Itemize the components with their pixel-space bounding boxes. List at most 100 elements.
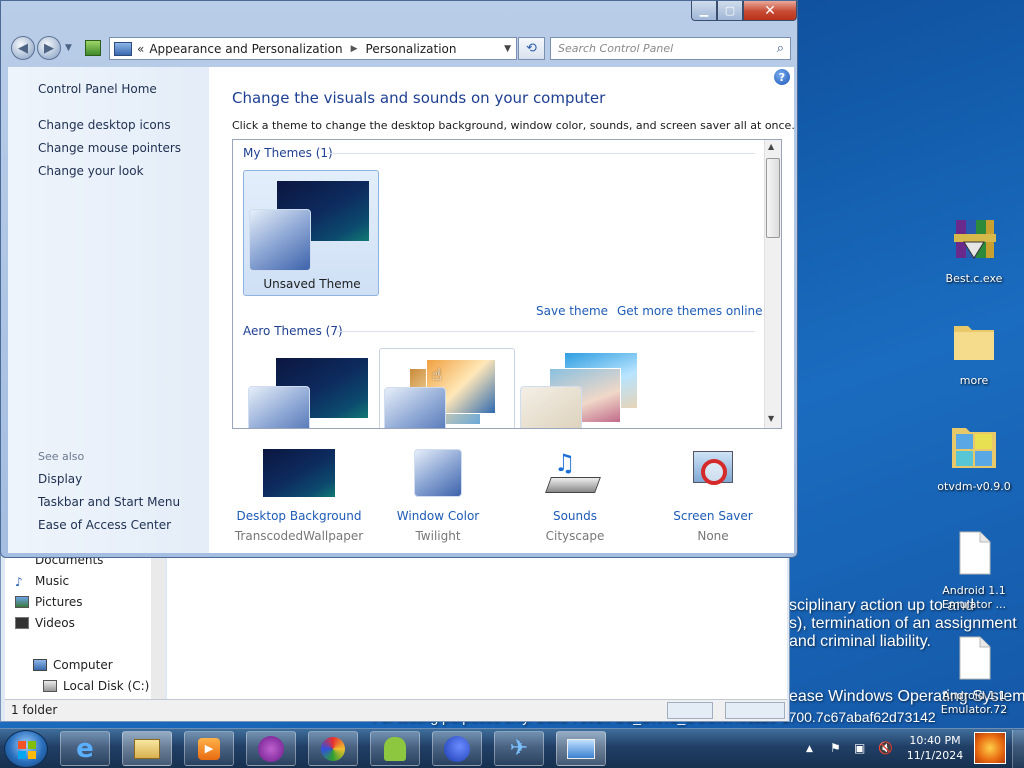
volume-muted-icon[interactable]: 🔇 bbox=[878, 741, 893, 755]
task-pane: Control Panel Home Change desktop icons … bbox=[8, 67, 209, 553]
help-button[interactable]: ? bbox=[774, 69, 790, 85]
start-button[interactable] bbox=[4, 730, 48, 768]
sounds-item[interactable]: ♫ Sounds Cityscape bbox=[510, 449, 640, 543]
taskbar-firefox[interactable] bbox=[432, 731, 482, 766]
desktop-icon-android-emulator-72[interactable]: Android 1.1 Emulator.72 bbox=[929, 635, 1019, 717]
show-desktop-button[interactable] bbox=[1012, 730, 1024, 768]
explorer-status-bar: 1 folder bbox=[5, 699, 787, 721]
desktop-icon-label: Best.c.exe bbox=[945, 272, 1003, 285]
link-taskbar-start-menu[interactable]: Taskbar and Start Menu bbox=[38, 495, 180, 509]
desktop-icon-android-emulator[interactable]: Android 1.1 Emulator ... bbox=[929, 530, 1019, 612]
window-caption-buttons: ▁ ▢ ✕ bbox=[691, 1, 797, 21]
theme-label: Unsaved Theme bbox=[263, 277, 361, 291]
minimize-button[interactable]: ▁ bbox=[691, 1, 717, 21]
screen-saver-icon bbox=[689, 449, 737, 497]
see-also-label: See also bbox=[38, 450, 85, 463]
close-button[interactable]: ✕ bbox=[743, 1, 797, 21]
link-display[interactable]: Display bbox=[38, 472, 82, 486]
network-icon[interactable]: ▣ bbox=[854, 741, 865, 755]
theme-color-swatch bbox=[384, 387, 446, 428]
desktop-background-item[interactable]: Desktop Background TranscodedWallpaper bbox=[234, 449, 364, 543]
link-ease-of-access[interactable]: Ease of Access Center bbox=[38, 518, 171, 532]
get-more-themes-link[interactable]: Get more themes online bbox=[617, 304, 763, 318]
address-dropdown-icon[interactable]: ▼ bbox=[504, 44, 511, 54]
explorer-nav-scrollbar[interactable] bbox=[151, 553, 165, 699]
window-color-item[interactable]: Window Color Twilight bbox=[373, 449, 503, 543]
back-button[interactable]: ◀ bbox=[11, 36, 35, 60]
taskbar-ie[interactable]: e bbox=[60, 731, 110, 766]
desktop-background-value: TranscodedWallpaper bbox=[234, 529, 364, 543]
breadcrumb-chevron-icon[interactable]: ▶ bbox=[351, 44, 358, 54]
nav-item-local-disk[interactable]: Local Disk (C:) bbox=[43, 679, 149, 693]
window-color-link[interactable]: Window Color bbox=[373, 509, 503, 523]
clock-date: 11/1/2024 bbox=[906, 749, 964, 762]
taskbar-android[interactable] bbox=[370, 731, 420, 766]
watermark-line-2: s), termination of an assignment bbox=[789, 615, 1017, 632]
desktop-icon-more[interactable]: more bbox=[929, 318, 1019, 388]
theme-unsaved[interactable]: Unsaved Theme bbox=[243, 170, 379, 296]
breadcrumb-overflow[interactable]: « bbox=[137, 42, 144, 56]
taskbar-explorer[interactable] bbox=[122, 731, 172, 766]
search-input[interactable]: Search Control Panel ⌕ bbox=[550, 37, 791, 60]
link-change-your-look[interactable]: Change your look bbox=[38, 164, 144, 178]
maximize-button[interactable]: ▢ bbox=[717, 1, 743, 21]
theme-aero-architecture[interactable]: ☝ bbox=[379, 348, 515, 428]
pane-toggle-buttons[interactable] bbox=[725, 702, 785, 719]
refresh-button[interactable]: ⟲ bbox=[518, 37, 545, 60]
scroll-down-icon[interactable]: ▼ bbox=[768, 414, 774, 423]
taskbar-app-purple[interactable] bbox=[246, 731, 296, 766]
explorer-nav-pane: Documents ♪ Music Pictures Videos Compute… bbox=[5, 549, 165, 699]
view-toggle-details[interactable] bbox=[667, 702, 713, 719]
clock-time: 10:40 PM bbox=[909, 734, 961, 747]
back-arrow-icon: ◀ bbox=[18, 40, 28, 56]
watermark-line-3: and criminal liability. bbox=[789, 633, 931, 650]
file-icon bbox=[959, 636, 991, 680]
nav-item-pictures[interactable]: Pictures bbox=[15, 595, 83, 609]
save-theme-link[interactable]: Save theme bbox=[536, 304, 608, 318]
sounds-link[interactable]: Sounds bbox=[510, 509, 640, 523]
group-my-themes: My Themes (1) bbox=[243, 146, 333, 160]
taskbar-control-panel[interactable] bbox=[556, 731, 606, 766]
scroll-thumb[interactable] bbox=[766, 158, 780, 238]
theme-aero-windows[interactable] bbox=[243, 348, 379, 428]
videos-icon bbox=[15, 617, 29, 629]
sounds-icon: ♫ bbox=[545, 449, 602, 497]
folder-location-icon bbox=[114, 41, 132, 56]
window-color-value: Twilight bbox=[415, 529, 461, 543]
screen-saver-item[interactable]: Screen Saver None bbox=[648, 449, 778, 543]
theme-aero-nature[interactable] bbox=[515, 348, 651, 428]
desktop-icon-otvdm[interactable]: otvdm-v0.9.0 bbox=[929, 422, 1019, 494]
group-divider bbox=[327, 153, 755, 154]
nav-buttons: ◀ ▶ ▼ bbox=[11, 36, 72, 60]
recent-pages-dropdown[interactable]: ▼ bbox=[65, 43, 72, 53]
nav-item-music[interactable]: ♪ Music bbox=[15, 574, 69, 589]
scroll-up-icon[interactable]: ▲ bbox=[768, 142, 774, 151]
taskbar-app-bird[interactable]: ✈ bbox=[494, 731, 544, 766]
nav-item-computer[interactable]: Computer bbox=[33, 658, 113, 672]
search-placeholder: Search Control Panel bbox=[558, 42, 674, 55]
desktop-icon-best-exe[interactable]: Best.c.exe bbox=[929, 214, 1019, 286]
search-icon[interactable]: ⌕ bbox=[777, 41, 784, 56]
nav-item-videos[interactable]: Videos bbox=[15, 616, 75, 630]
breadcrumb-appearance[interactable]: Appearance and Personalization bbox=[149, 42, 342, 56]
screen-saver-link[interactable]: Screen Saver bbox=[648, 509, 778, 523]
taskbar-app-paint[interactable] bbox=[308, 731, 358, 766]
link-change-mouse-pointers[interactable]: Change mouse pointers bbox=[38, 141, 181, 155]
taskbar-media-player[interactable]: ▶ bbox=[184, 731, 234, 766]
link-change-desktop-icons[interactable]: Change desktop icons bbox=[38, 118, 171, 132]
link-control-panel-home[interactable]: Control Panel Home bbox=[38, 82, 157, 96]
address-bar[interactable]: « Appearance and Personalization ▶ Perso… bbox=[109, 37, 517, 60]
user-picture bbox=[974, 732, 1006, 764]
page-subtitle: Click a theme to change the desktop back… bbox=[232, 119, 795, 132]
action-center-icon[interactable]: ⚑ bbox=[830, 741, 841, 755]
forward-button[interactable]: ▶ bbox=[37, 36, 61, 60]
taskbar-clock[interactable]: 10:40 PM 11/1/2024 bbox=[895, 733, 975, 763]
breadcrumb-personalization[interactable]: Personalization bbox=[366, 42, 457, 56]
personalization-window: ▁ ▢ ✕ ◀ ▶ ▼ « Appearance and Personaliza… bbox=[0, 0, 798, 558]
tray-overflow-icon[interactable]: ▲ bbox=[806, 744, 813, 754]
window-color-icon bbox=[414, 449, 462, 497]
forward-arrow-icon: ▶ bbox=[44, 40, 54, 56]
desktop-background-link[interactable]: Desktop Background bbox=[234, 509, 364, 523]
gallery-scrollbar[interactable]: ▲ ▼ bbox=[764, 140, 781, 428]
firefox-icon bbox=[444, 735, 470, 762]
